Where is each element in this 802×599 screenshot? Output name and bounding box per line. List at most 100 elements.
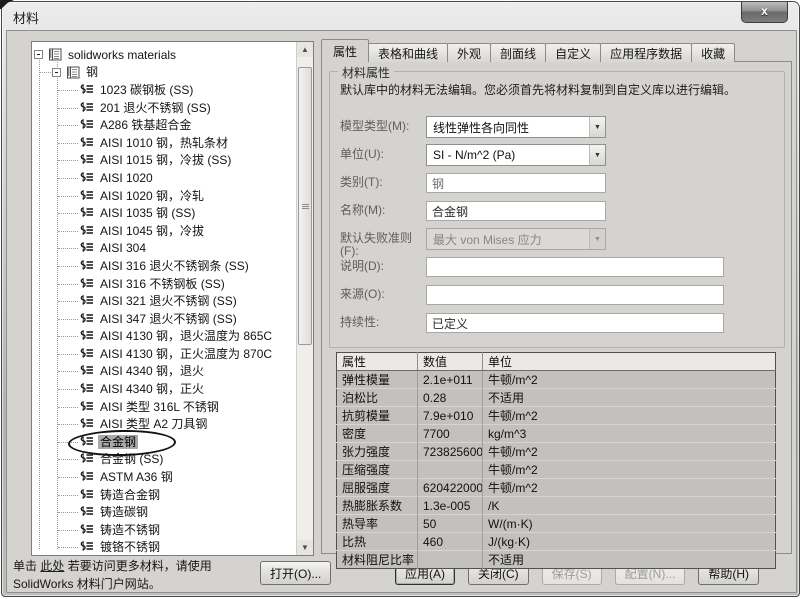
table-cell	[417, 550, 483, 569]
material-icon	[79, 435, 94, 448]
tree-item-9[interactable]: AISI 304	[32, 240, 295, 258]
tab-5[interactable]: 应用程序数据	[600, 43, 693, 62]
tree-item-5[interactable]: AISI 1020	[32, 169, 295, 187]
tree-item-label: AISI 1015 钢，冷拔 (SS)	[100, 153, 232, 168]
tree-item-label: 铸造不锈钢	[100, 522, 161, 537]
table-row: 密度 7700 kg/m^3	[336, 424, 776, 443]
property-table: 属性 数值 单位 弹性模量 2.1e+011 牛顿/m^2 泊松比 0.28 不适用 抗剪模量 7…	[336, 352, 776, 569]
tree-scrollbar[interactable]: ▲ ▼	[296, 42, 313, 555]
tree-item-4[interactable]: AISI 1015 钢，冷拔 (SS)	[32, 152, 295, 170]
tab-1[interactable]: 表格和曲线	[368, 43, 449, 62]
tab-3[interactable]: 剖面线	[490, 43, 547, 62]
materials-tree[interactable]: solidworks materials 钢 1023 碳钢板 (SS) 201 退火…	[31, 41, 314, 556]
table-cell: 0.28	[417, 388, 483, 407]
tree-item-13[interactable]: AISI 347 退火不锈钢 (SS)	[32, 310, 295, 328]
tree-item-18[interactable]: AISI 类型 316L 不锈钢	[32, 398, 295, 416]
tree-item-26[interactable]: 镀铬不锈钢	[32, 539, 295, 555]
tree-item-21[interactable]: 合金钢 (SS)	[32, 451, 295, 469]
tab-6[interactable]: 收藏	[691, 43, 736, 62]
tree-item-16[interactable]: AISI 4340 钢，退火	[32, 363, 295, 381]
tree-item-23[interactable]: 铸造合金钢	[32, 486, 295, 504]
tree-item-15[interactable]: AISI 4130 钢，正火温度为 870C	[32, 345, 295, 363]
material-icon	[79, 224, 94, 237]
tree-item-2[interactable]: A286 铁基超合金	[32, 116, 295, 134]
tree-item-label: solidworks materials	[68, 47, 177, 62]
tree-item-19[interactable]: AISI 类型 A2 刀具钢	[32, 415, 295, 433]
sustainability-field[interactable]: 已定义	[426, 313, 724, 333]
tab-2[interactable]: 外观	[447, 43, 492, 62]
table-cell: J/(kg·K)	[482, 532, 776, 551]
table-cell: 泊松比	[336, 388, 418, 407]
titlebar[interactable]: 材料 x	[2, 2, 799, 30]
tree-item-7[interactable]: AISI 1035 钢 (SS)	[32, 204, 295, 222]
table-cell: 弹性模量	[336, 370, 418, 389]
tree-item-20[interactable]: 合金钢	[32, 433, 295, 451]
material-icon	[79, 259, 94, 272]
footer-text-line2: SolidWorks 材料门户网站。	[13, 577, 161, 591]
table-row: 比热 460 J/(kg·K)	[336, 532, 776, 551]
model-type-select[interactable]: 线性弹性各向同性 ▼	[426, 116, 606, 138]
tree-item-24[interactable]: 铸造碳钢	[32, 503, 295, 521]
tree-item-label: AISI 321 退火不锈钢 (SS)	[100, 294, 237, 309]
table-cell: 热膨胀系数	[336, 496, 418, 515]
close-button[interactable]: x	[741, 2, 788, 23]
tree-item-label: 钢	[86, 65, 99, 80]
tree-item-6[interactable]: AISI 1020 钢，冷轧	[32, 187, 295, 205]
units-label: 单位(U):	[340, 147, 384, 161]
tab-4[interactable]: 自定义	[545, 43, 602, 62]
tree-item-label: AISI 4130 钢，退火温度为 865C	[100, 329, 273, 344]
tree-item-label: A286 铁基超合金	[100, 118, 192, 133]
scroll-up-icon[interactable]: ▲	[297, 42, 313, 57]
chevron-down-icon: ▼	[589, 117, 605, 137]
dialog-content: solidworks materials 钢 1023 碳钢板 (SS) 201 退火…	[6, 30, 797, 593]
material-icon	[79, 400, 94, 413]
tree-item-label: AISI 1035 钢 (SS)	[100, 206, 196, 221]
source-field[interactable]	[426, 285, 724, 305]
material-icon	[79, 101, 94, 114]
scroll-down-icon[interactable]: ▼	[297, 540, 313, 555]
table-cell: 50	[417, 514, 483, 533]
tree-item-14[interactable]: AISI 4130 钢，退火温度为 865C	[32, 328, 295, 346]
tree-item-0[interactable]: 1023 碳钢板 (SS)	[32, 81, 295, 99]
source-label: 来源(O):	[340, 287, 385, 301]
units-select[interactable]: SI - N/m^2 (Pa) ▼	[426, 144, 606, 166]
tree-item-3[interactable]: AISI 1010 钢，热轧条材	[32, 134, 295, 152]
tree-item-label: AISI 347 退火不锈钢 (SS)	[100, 311, 237, 326]
footer-text: 单击 此处 若要访问更多材料，请使用 SolidWorks 材料门户网站。	[13, 557, 259, 593]
table-cell: /K	[482, 496, 776, 515]
tree-item-label: AISI 316 退火不锈钢条 (SS)	[100, 258, 249, 273]
tree-item-label: AISI 316 不锈钢板 (SS)	[100, 276, 225, 291]
more-materials-link[interactable]: 此处	[40, 559, 64, 573]
tree-item-steel-group[interactable]: 钢	[32, 64, 295, 82]
model-type-label: 模型类型(M):	[340, 119, 410, 133]
tree-item-25[interactable]: 铸造不锈钢	[32, 521, 295, 539]
tree-item-root[interactable]: solidworks materials	[32, 46, 295, 64]
tree-item-17[interactable]: AISI 4340 钢，正火	[32, 380, 295, 398]
collapse-minus-icon[interactable]	[52, 67, 61, 77]
tree-item-1[interactable]: 201 退火不锈钢 (SS)	[32, 99, 295, 117]
material-icon	[79, 453, 94, 466]
material-icon	[79, 488, 94, 501]
material-icon	[79, 171, 94, 184]
table-header: 单位	[482, 352, 776, 371]
tab-0[interactable]: 属性	[321, 39, 370, 62]
tree-item-10[interactable]: AISI 316 退火不锈钢条 (SS)	[32, 257, 295, 275]
model-type-value: 线性弹性各向同性	[433, 120, 530, 135]
material-icon	[79, 383, 94, 396]
tree-item-8[interactable]: AISI 1045 钢，冷拔	[32, 222, 295, 240]
tree-item-label: 铸造合金钢	[100, 487, 161, 502]
material-icon	[79, 242, 94, 255]
name-field[interactable]: 合金钢	[426, 201, 606, 221]
scrollbar-thumb[interactable]	[298, 67, 312, 345]
material-icon	[79, 330, 94, 343]
category-field[interactable]: 钢	[426, 173, 606, 193]
table-row: 弹性模量 2.1e+011 牛顿/m^2	[336, 370, 776, 389]
description-field[interactable]	[426, 257, 724, 277]
open-button[interactable]: 打开(O)...	[260, 561, 332, 585]
tree-item-22[interactable]: ASTM A36 钢	[32, 468, 295, 486]
collapse-minus-icon[interactable]	[34, 50, 43, 60]
table-cell: W/(m·K)	[482, 514, 776, 533]
tree-item-12[interactable]: AISI 321 退火不锈钢 (SS)	[32, 292, 295, 310]
tree-item-11[interactable]: AISI 316 不锈钢板 (SS)	[32, 275, 295, 293]
tree-item-label: 合金钢	[98, 434, 139, 449]
